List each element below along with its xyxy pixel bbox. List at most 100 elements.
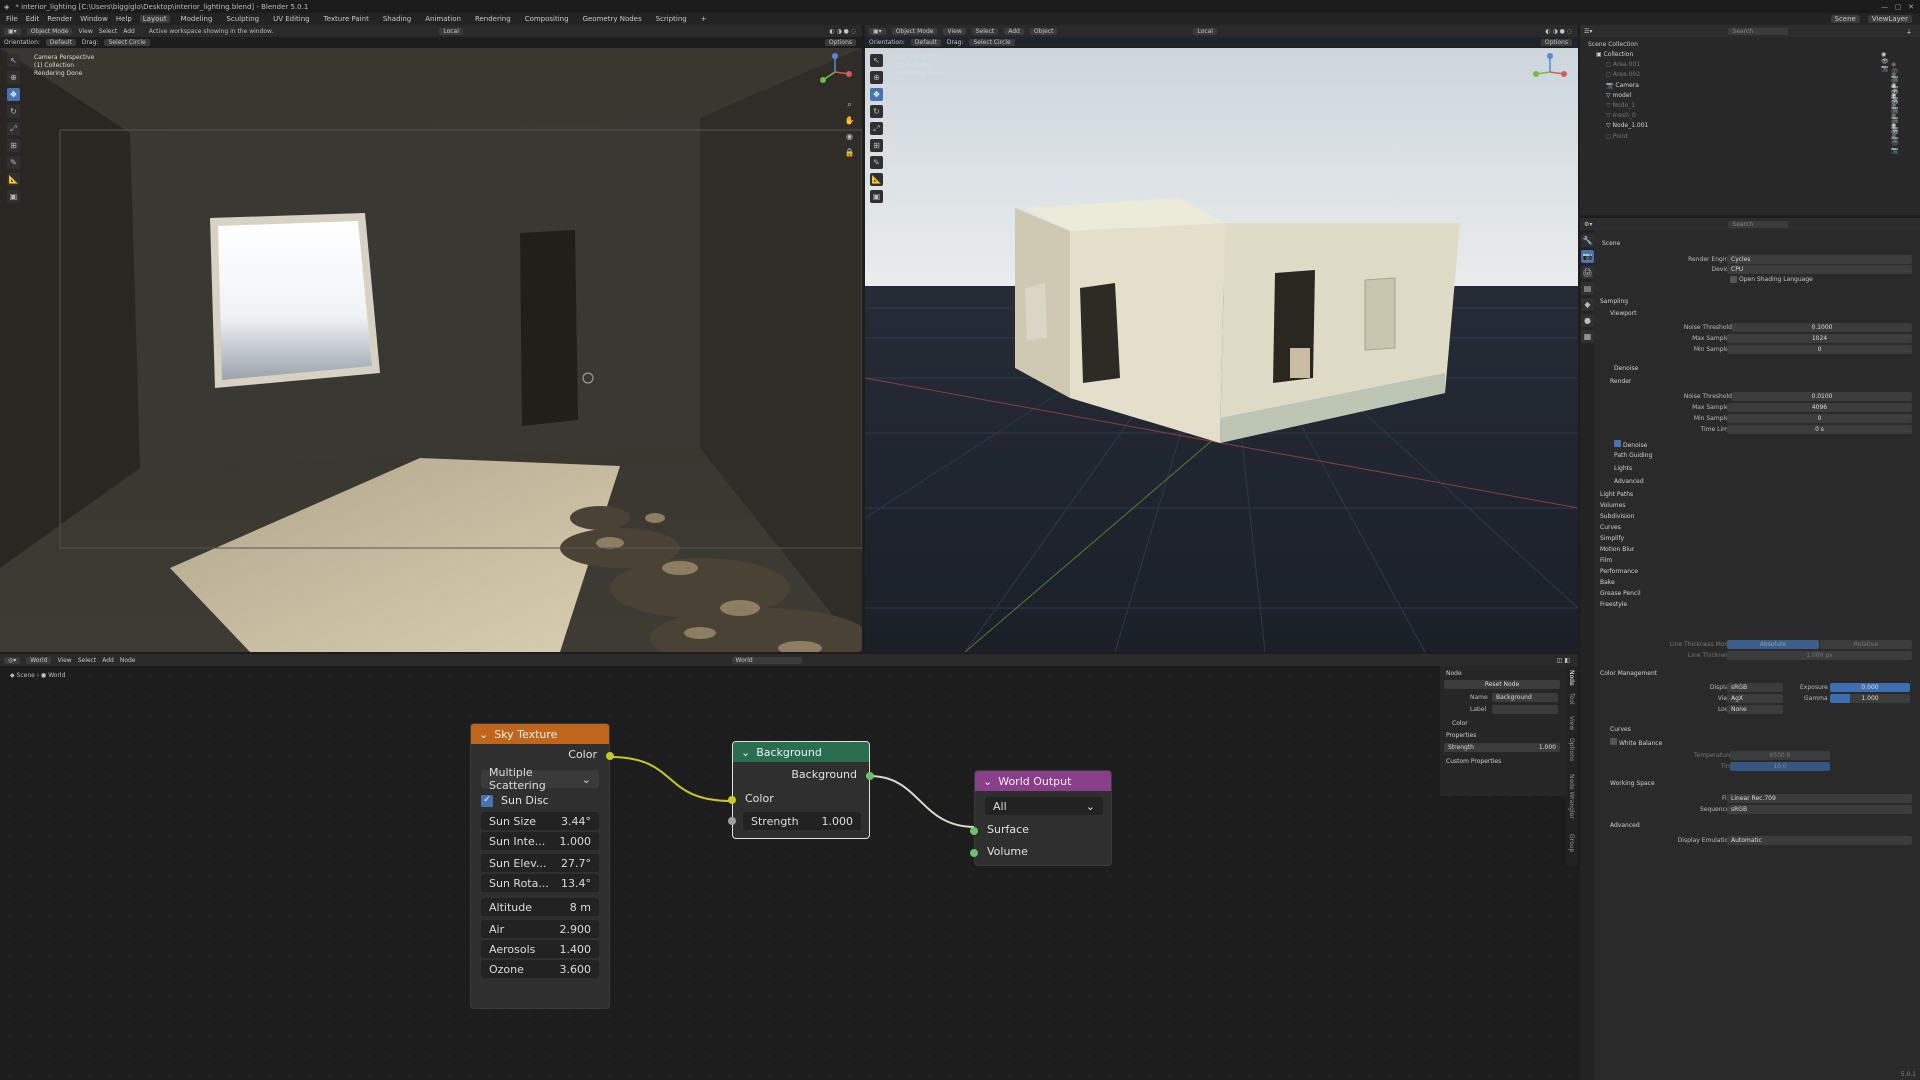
vp2-rotate-tool-icon[interactable]: ↻ xyxy=(870,105,883,118)
tint-field[interactable]: 10.0 xyxy=(1730,762,1830,771)
background-output-socket[interactable] xyxy=(866,772,874,780)
sky-param-field[interactable]: Sun Inte... 1.000 xyxy=(481,832,599,850)
menu-file[interactable]: File xyxy=(6,15,18,23)
vp2-select-tool-icon[interactable]: ↖ xyxy=(870,54,883,67)
scale-tool-icon[interactable]: ⤢ xyxy=(7,122,20,135)
color-management-section[interactable]: Color Management xyxy=(1600,670,1657,677)
time-limit-field[interactable]: 0 s xyxy=(1727,425,1912,434)
cursor-tool-icon[interactable]: ⊕ xyxy=(7,71,20,84)
tab-sculpting[interactable]: Sculpting xyxy=(223,15,262,23)
viewport-subsection[interactable]: Viewport xyxy=(1610,310,1637,317)
tab-animation[interactable]: Animation xyxy=(422,15,464,23)
osl-row[interactable]: Open Shading Language xyxy=(1730,274,1920,285)
rotate-tool-icon[interactable]: ↻ xyxy=(7,105,20,118)
shader-type-selector[interactable]: World xyxy=(26,656,52,664)
bg-strength-field[interactable]: Strength 1.000 xyxy=(743,812,861,830)
sky-param-field[interactable]: Sun Rota... 13.4° xyxy=(481,874,599,892)
render-section[interactable]: Curves xyxy=(1600,524,1621,531)
render-section[interactable]: Subdivision xyxy=(1600,513,1634,520)
node-menu-select[interactable]: Select xyxy=(78,657,97,664)
render-section[interactable]: Film xyxy=(1600,557,1612,564)
sidebar-label-field[interactable] xyxy=(1492,705,1558,714)
filter-icon[interactable]: ⏚ xyxy=(1906,27,1912,36)
tab-uv-editing[interactable]: UV Editing xyxy=(270,15,313,23)
render-section[interactable]: Light Paths xyxy=(1600,491,1633,498)
curves-subsection[interactable]: Curves xyxy=(1610,726,1631,733)
render-section[interactable]: Motion Blur xyxy=(1600,546,1634,553)
cm-advanced-subsection[interactable]: Advanced xyxy=(1610,822,1640,829)
render-section[interactable]: Simplify xyxy=(1600,535,1624,542)
vp2-menu-select[interactable]: Select xyxy=(971,27,999,35)
r-max-field[interactable]: 4096 xyxy=(1727,403,1912,412)
vp1-orientation-selector[interactable]: Default xyxy=(45,38,76,46)
vp2-options-button[interactable]: Options xyxy=(1540,38,1572,46)
tab-modeling[interactable]: Modeling xyxy=(178,15,216,23)
file-select[interactable]: Linear Rec.709 xyxy=(1727,794,1912,803)
vp2-add-cube-tool-icon[interactable]: ▣ xyxy=(870,190,883,203)
background-node[interactable]: ⌄ Background Background Color Strength 1.0… xyxy=(728,741,874,839)
outliner-editor-icon[interactable]: ☰▾ xyxy=(1584,28,1592,35)
sky-texture-node[interactable]: ⌄ Sky Texture Color Multiple Scattering ⌄ … xyxy=(470,723,614,1009)
sky-param-field[interactable]: Ozone 3.600 xyxy=(481,960,599,978)
outliner-item[interactable]: ▽ Node_1 ◉ 👁 📷 xyxy=(1606,102,1899,123)
node-editor-overlay-buttons[interactable]: ◫ ◧ xyxy=(1557,657,1570,664)
bg-collapse-arrow-icon[interactable]: ⌄ xyxy=(741,746,750,759)
render-section[interactable]: Performance xyxy=(1600,568,1638,575)
vp2-menu-view[interactable]: View xyxy=(943,27,966,35)
render-section[interactable]: Bake xyxy=(1600,579,1615,586)
sidebar-color-section[interactable]: Color xyxy=(1452,720,1468,727)
vp1-menu-select[interactable]: Select xyxy=(99,28,118,35)
wo-collapse-arrow-icon[interactable]: ⌄ xyxy=(983,775,992,788)
lights-subsection[interactable]: Lights xyxy=(1614,465,1632,472)
vp1-shading-buttons[interactable]: ◐ ◑ ● ◌ xyxy=(829,28,856,35)
look-select[interactable]: None xyxy=(1727,705,1783,714)
world-output-node[interactable]: ⌄ World Output All ⌄ Surface Volume xyxy=(970,770,1112,866)
vp1-navigation-gizmo[interactable] xyxy=(815,52,855,92)
outliner-item[interactable]: ▽ mesh_0 ◉ 👁 📷 xyxy=(1606,112,1899,133)
surface-input-socket[interactable] xyxy=(970,827,978,835)
sidebar-tab[interactable]: Tool xyxy=(1568,693,1575,705)
sidebar-custom-properties[interactable]: Custom Properties xyxy=(1446,758,1501,765)
outliner-item[interactable]: ▽ Node_1.001 ◉ 👁 📷 xyxy=(1606,122,1899,143)
vp2-navigation-gizmo[interactable] xyxy=(1530,52,1570,92)
tab-layout[interactable]: Layout xyxy=(139,15,170,23)
vp-denoise-subsection[interactable]: Denoise xyxy=(1614,365,1638,372)
menu-window[interactable]: Window xyxy=(80,15,108,23)
sidebar-node-section[interactable]: Node xyxy=(1446,670,1462,677)
vp2-local-toggle[interactable]: Local xyxy=(1193,27,1217,35)
view-select[interactable]: AgX xyxy=(1727,694,1783,703)
vp2-mode-selector[interactable]: Object Mode xyxy=(891,27,938,35)
sky-param-field[interactable]: Altitude 8 m xyxy=(481,898,599,916)
r-noise-field[interactable]: 0.0100 xyxy=(1732,392,1912,401)
properties-editor-icon[interactable]: ⚙▾ xyxy=(1584,221,1592,228)
sidebar-name-field[interactable]: Background xyxy=(1492,693,1558,702)
world-output-header[interactable]: ⌄ World Output xyxy=(975,771,1111,791)
sky-param-field[interactable]: Sun Size 3.44° xyxy=(481,812,599,830)
background-header[interactable]: ⌄ Background xyxy=(733,742,869,762)
world-datablock-selector[interactable]: World xyxy=(731,656,802,664)
sky-param-field[interactable]: Air 2.900 xyxy=(481,920,599,938)
sidebar-tab[interactable]: Node xyxy=(1568,670,1575,686)
vp2-drag-selector[interactable]: Select Circle xyxy=(969,38,1015,46)
vp1-options-button[interactable]: Options xyxy=(824,38,856,46)
tab-geometry-nodes[interactable]: Geometry Nodes xyxy=(580,15,645,23)
menu-render[interactable]: Render xyxy=(47,15,72,23)
properties-search[interactable]: Search xyxy=(1728,220,1789,228)
node-menu-view[interactable]: View xyxy=(57,657,71,664)
add-cube-tool-icon[interactable]: ▣ xyxy=(7,190,20,203)
viewlayer-selector[interactable]: ViewLayer xyxy=(1867,15,1912,23)
advanced-subsection[interactable]: Advanced xyxy=(1614,478,1644,485)
sidebar-tab[interactable]: Options xyxy=(1568,738,1575,761)
white-balance-checkbox[interactable] xyxy=(1610,738,1617,745)
sidebar-properties-section[interactable]: Properties xyxy=(1446,732,1476,739)
sun-disc-row[interactable]: ✓ Sun Disc xyxy=(481,794,549,807)
gamma-field[interactable]: 1.000 xyxy=(1830,694,1910,703)
world-output-target-dropdown[interactable]: All ⌄ xyxy=(985,797,1103,815)
vp-max-field[interactable]: 1024 xyxy=(1727,334,1912,343)
exposure-field[interactable]: 0.000 xyxy=(1830,683,1910,692)
sequencer-select[interactable]: sRGB xyxy=(1727,805,1912,814)
tool-tab-icon[interactable]: 🔧 xyxy=(1581,234,1594,247)
editor-type-icon[interactable]: ▣▾ xyxy=(4,27,21,35)
node-menu-add[interactable]: Add xyxy=(102,657,114,664)
menu-help[interactable]: Help xyxy=(116,15,132,23)
